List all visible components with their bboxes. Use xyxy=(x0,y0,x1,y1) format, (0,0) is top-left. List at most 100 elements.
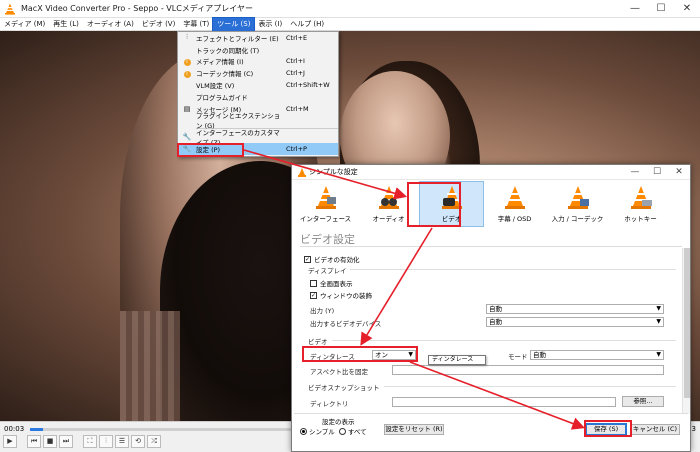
sliders-icon: ⫶ xyxy=(186,33,188,42)
scrollbar-thumb[interactable] xyxy=(684,248,690,398)
menu-playback[interactable]: 再生 (L) xyxy=(49,18,83,31)
enable-video-row[interactable]: ✓ ビデオの有効化 xyxy=(304,254,360,264)
stop-icon[interactable]: ■ xyxy=(43,435,57,448)
menu-item-label: 設定 (P) xyxy=(196,146,221,155)
all-radio[interactable] xyxy=(338,427,346,435)
vlc-cone-icon xyxy=(5,3,15,15)
menu-item-shortcut: Ctrl+P xyxy=(286,145,307,154)
simple-radio[interactable] xyxy=(300,427,307,435)
settings-scrollbar[interactable] xyxy=(682,248,690,414)
enable-video-label: ビデオの有効化 xyxy=(314,256,360,264)
menu-item-program-guide[interactable]: プログラムガイド xyxy=(178,91,338,103)
menu-item-shortcut: Ctrl+M xyxy=(286,104,309,113)
menu-item-shortcut: Ctrl+I xyxy=(286,57,305,66)
category-bar: インターフェース オーディオ ビデオ 字幕 / OSD 入力 / コーデック ホ… xyxy=(294,181,684,227)
output-device-select[interactable]: 自動 ▼ xyxy=(486,317,664,327)
directory-input[interactable] xyxy=(392,397,616,407)
wrench-icon: 🔧 xyxy=(182,145,192,154)
menu-item-effects[interactable]: ⫶ エフェクトとフィルター (E) Ctrl+E xyxy=(178,32,338,44)
fullscreen-icon[interactable]: ⛶ xyxy=(83,435,97,448)
output-label: 出力 (Y) xyxy=(310,307,335,315)
show-settings-radios: シンプル すべて xyxy=(300,426,367,436)
category-input-codecs[interactable]: 入力 / コーデック xyxy=(546,182,609,226)
menu-item-label: エフェクトとフィルター (E) xyxy=(196,34,279,43)
save-button[interactable]: 保存 (S) xyxy=(585,423,627,436)
fullscreen-label: 全画面表示 xyxy=(320,280,353,288)
menu-item-track-sync[interactable]: トラックの同期化 (T) xyxy=(178,44,338,56)
menu-item-preferences[interactable]: 🔧 設定 (P) Ctrl+P xyxy=(178,143,338,155)
menu-item-plugins[interactable]: プラグインとエクステンション (G) xyxy=(178,112,338,130)
menu-help[interactable]: ヘルプ (H) xyxy=(286,18,328,31)
aspect-input[interactable] xyxy=(392,365,664,375)
dialog-close-button[interactable]: ✕ xyxy=(668,167,690,177)
window-decor-row[interactable]: ✓ ウィンドウの装飾 xyxy=(310,290,372,300)
divider xyxy=(384,386,676,387)
category-subtitles[interactable]: 字幕 / OSD xyxy=(483,182,546,226)
chevron-down-icon: ▼ xyxy=(408,351,413,358)
cancel-button[interactable]: キャンセル (C) xyxy=(630,424,680,435)
shuffle-icon[interactable]: ⤮ xyxy=(147,435,161,448)
menu-item-vlm[interactable]: VLM設定 (V) Ctrl+Shift+W xyxy=(178,79,338,91)
extended-settings-icon[interactable]: ⫶ xyxy=(99,435,113,448)
codec-cone-icon xyxy=(567,186,589,209)
minimize-button[interactable]: — xyxy=(622,0,648,18)
divider xyxy=(350,269,676,270)
menu-audio[interactable]: オーディオ (A) xyxy=(83,18,138,31)
menu-video[interactable]: ビデオ (V) xyxy=(138,18,179,31)
interface-cone-icon xyxy=(315,186,336,209)
category-interface[interactable]: インターフェース xyxy=(294,182,357,226)
dialog-maximize-button[interactable]: ☐ xyxy=(646,167,668,177)
browse-button[interactable]: 参照... xyxy=(622,396,664,407)
category-hotkeys[interactable]: ホットキー xyxy=(609,182,672,226)
title-bar: MacX Video Converter Pro - Seppo - VLCメデ… xyxy=(0,0,700,18)
enable-video-checkbox[interactable]: ✓ xyxy=(304,255,311,263)
simple-radio-label: シンプル xyxy=(309,428,335,436)
menu-item-label: メディア情報 (I) xyxy=(196,58,244,67)
divider xyxy=(332,340,676,341)
close-button[interactable]: ✕ xyxy=(674,0,700,18)
output-device-value: 自動 xyxy=(489,318,502,326)
menu-item-media-info[interactable]: i メディア情報 (I) Ctrl+I xyxy=(178,56,338,68)
previous-icon[interactable]: ⏮ xyxy=(27,435,41,448)
play-icon[interactable]: ▶ xyxy=(3,435,17,448)
category-label: インターフェース xyxy=(299,215,352,223)
mode-select[interactable]: 自動 ▼ xyxy=(530,350,664,360)
audio-cone-icon xyxy=(378,186,399,209)
subtitle-cone-icon xyxy=(504,186,525,209)
category-audio[interactable]: オーディオ xyxy=(357,182,420,226)
fullscreen-row[interactable]: 全画面表示 xyxy=(310,278,353,288)
menu-bar: メディア (M) 再生 (L) オーディオ (A) ビデオ (V) 字幕 (T)… xyxy=(0,16,700,32)
output-select[interactable]: 自動 ▼ xyxy=(486,304,664,314)
loop-icon[interactable]: ⟲ xyxy=(131,435,145,448)
video-frame-chair xyxy=(120,311,180,421)
section-title: ビデオ設定 xyxy=(300,233,355,246)
menu-view[interactable]: 表示 (I) xyxy=(254,18,286,31)
menu-media[interactable]: メディア (M) xyxy=(0,18,49,31)
next-icon[interactable]: ⏭ xyxy=(59,435,73,448)
directory-label: ディレクトリ xyxy=(310,400,349,408)
window-decor-checkbox[interactable]: ✓ xyxy=(310,291,317,299)
mode-label: モード xyxy=(508,353,528,361)
menu-subtitle[interactable]: 字幕 (T) xyxy=(179,18,213,31)
category-video[interactable]: ビデオ xyxy=(419,181,484,227)
hotkey-cone-icon xyxy=(630,186,652,209)
chevron-down-icon: ▼ xyxy=(656,305,661,312)
message-icon: ▤ xyxy=(183,104,191,113)
dialog-title-bar: シンプルな設定 — ☐ ✕ xyxy=(292,165,690,180)
category-label: 字幕 / OSD xyxy=(497,215,532,223)
aspect-label: アスペクト比を固定 xyxy=(310,368,369,376)
window-decor-label: ウィンドウの装飾 xyxy=(320,292,372,300)
menu-item-codec-info[interactable]: i コーデック情報 (C) Ctrl+J xyxy=(178,67,338,79)
reset-button[interactable]: 設定をリセット (R) xyxy=(384,424,444,435)
menu-tools[interactable]: ツール (S) xyxy=(212,16,256,32)
dialog-minimize-button[interactable]: — xyxy=(624,167,646,177)
maximize-button[interactable]: ☐ xyxy=(648,0,674,18)
category-label: ホットキー xyxy=(624,215,657,223)
playlist-icon[interactable]: ☰ xyxy=(115,435,129,448)
deinterlace-select[interactable]: オン ▼ xyxy=(372,350,416,360)
show-settings-label: 設定の表示 xyxy=(322,418,355,426)
menu-item-customize-interface[interactable]: 🔧 インターフェースのカスタマイズ (Z) xyxy=(178,129,338,147)
fullscreen-checkbox[interactable] xyxy=(310,279,317,287)
menu-item-label: VLM設定 (V) xyxy=(196,82,235,91)
menu-item-shortcut: Ctrl+J xyxy=(286,69,305,78)
